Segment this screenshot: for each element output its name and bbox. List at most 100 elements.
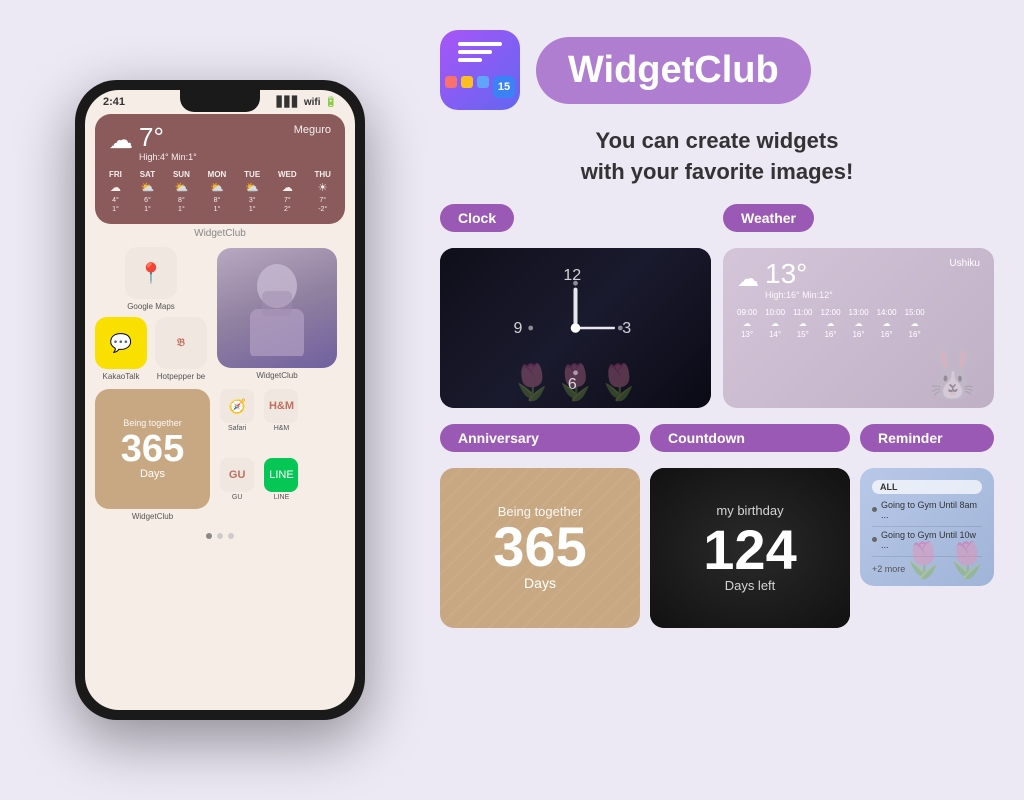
anniversary-section: Anniversary Being together 365 Days [440, 424, 640, 628]
wr-time-1: 10:00 [765, 308, 785, 317]
page-dots [95, 533, 345, 539]
hotpepper-app[interactable]: 𝔅 Hotpepper be [155, 317, 207, 381]
left-app-col: 📍 Google Maps 💬 KakaoTalk 𝔅 [95, 247, 207, 381]
app-header: 15 WidgetClub [440, 30, 994, 110]
countdown-number: 124 [703, 522, 796, 578]
maps-app[interactable]: 📍 Google Maps [95, 247, 207, 311]
hm-app[interactable]: H&M H&M [262, 389, 300, 452]
widgetclub-app-icon: 15 [440, 30, 520, 110]
clock-badge-label: Clock [440, 204, 514, 232]
app-title-section: WidgetClub [536, 37, 811, 104]
kakaotalk-app[interactable]: 💬 KakaoTalk [95, 317, 147, 381]
weather-badge: Weather [723, 204, 994, 240]
weather-days: FRI ☁ 4°1° SAT ⛅ 6°1° SUN ⛅ [109, 170, 331, 214]
countdown-widget[interactable]: my birthday 124 Days left [650, 468, 850, 628]
phone-temp-range: High:4° Min:1° [139, 152, 197, 162]
day-fri: FRI ☁ 4°1° [109, 170, 122, 214]
widget-examples-grid: Clock 🌷🌷🌷 12 3 6 9 [440, 204, 994, 408]
svg-text:3: 3 [622, 319, 631, 336]
wr-temp-0: 13° [741, 330, 753, 339]
status-icons: ▋▋▋ wifi 🔋 [277, 97, 337, 108]
day-sat: SAT ⛅ 6°1° [140, 170, 155, 214]
weather-right-location: Ushiku [949, 258, 980, 300]
reminder-widget[interactable]: 🌷🌷 ALL Going to Gym Until 8am ... Going … [860, 468, 994, 586]
photo-widget[interactable] [217, 248, 337, 368]
dot-1 [206, 533, 212, 539]
app-title: WidgetClub [568, 49, 779, 92]
wr-temp-3: 16° [824, 330, 836, 339]
icon-badge-row: 15 [445, 76, 515, 98]
gu-icon: GU [220, 458, 254, 492]
line-icon: LINE [264, 458, 298, 492]
phone-screen: 2:41 ▋▋▋ wifi 🔋 ☁ 7° [85, 90, 355, 710]
reminder-badge-label: Reminder [860, 424, 994, 452]
wr-icon-3: ☁ [827, 319, 835, 328]
reminder-section: Reminder 🌷🌷 ALL Going to Gym Until 8am .… [860, 424, 994, 586]
apps-grid: 🧭 Safari H&M H&M GU [218, 389, 345, 521]
svg-text:9: 9 [513, 319, 522, 336]
status-time: 2:41 [103, 96, 125, 108]
safari-app[interactable]: 🧭 Safari [218, 389, 256, 452]
countdown-badge-label: Countdown [650, 424, 850, 452]
weather-right-temp-val: 13° [765, 258, 833, 290]
main-container: 2:41 ▋▋▋ wifi 🔋 ☁ 7° [0, 0, 1024, 800]
anniversary-right-widget[interactable]: Being together 365 Days [440, 468, 640, 628]
tagline: You can create widgets with your favorit… [440, 126, 994, 188]
weather-badge-label: Weather [723, 204, 814, 232]
wr-icon-1: ☁ [771, 319, 779, 328]
wr-day-0900: 09:00 ☁ 13° [737, 308, 757, 339]
wr-time-3: 12:00 [821, 308, 841, 317]
day-thu: THU ☀ 7°-2° [315, 170, 331, 214]
weather-right-range: High:16° Min:12° [765, 290, 833, 300]
icon-line-1 [458, 42, 502, 46]
wr-day-1100: 11:00 ☁ 15° [793, 308, 812, 339]
weather-right-days: 09:00 ☁ 13° 10:00 ☁ 14° 11:00 ☁ 15° [737, 308, 980, 339]
right-section: 15 WidgetClub You can create widgets wit… [440, 20, 994, 780]
weather-top: ☁ 7° High:4° Min:1° Meguro [109, 124, 331, 162]
bottom-row: Being together 365 Days WidgetClub 🧭 Saf… [95, 389, 345, 521]
dot-yellow [461, 76, 473, 88]
wr-icon-6: ☁ [911, 319, 919, 328]
anniversary-phone-widget[interactable]: Being together 365 Days [95, 389, 210, 509]
day-wed: WED ☁ 7°2° [278, 170, 297, 214]
empty-slot [307, 389, 345, 452]
icon-line-2 [458, 50, 492, 54]
wr-icon-0: ☁ [743, 319, 751, 328]
phone-notch [180, 90, 260, 112]
dot-blue [477, 76, 489, 88]
weather-column: Weather 🐰 ☁ 13° High:16° Min:12° Ushiku [723, 204, 994, 408]
clock-widget[interactable]: 🌷🌷🌷 12 3 6 9 [440, 248, 711, 408]
tagline-line2: with your favorite images! [440, 157, 994, 188]
weather-temp-info: 7° High:4° Min:1° [139, 124, 197, 162]
kakaotalk-label: KakaoTalk [103, 372, 140, 381]
tagline-line1: You can create widgets [440, 126, 994, 157]
phone-weather-widget[interactable]: ☁ 7° High:4° Min:1° Meguro FRI [95, 114, 345, 224]
widgetclub-label: WidgetClub [95, 228, 345, 239]
phone-temp: 7° [139, 124, 197, 150]
bottom-badges-row: Anniversary Being together 365 Days Coun… [440, 424, 994, 628]
anniv-right-number: 365 [493, 519, 586, 575]
countdown-subtitle: Days left [703, 578, 796, 593]
anniv-days-label: Days [140, 468, 165, 480]
gu-app[interactable]: GU GU [218, 458, 256, 521]
maps-icon: 📍 [125, 247, 177, 299]
weather-right-widget[interactable]: 🐰 ☁ 13° High:16° Min:12° Ushiku [723, 248, 994, 408]
middle-row: 📍 Google Maps 💬 KakaoTalk 𝔅 [95, 247, 345, 381]
hotpepper-icon: 𝔅 [155, 317, 207, 369]
anniv-right-title: Being together [493, 504, 586, 519]
phone-content: ☁ 7° High:4° Min:1° Meguro FRI [85, 110, 355, 549]
hm-label: H&M [274, 425, 290, 432]
wr-day-1500: 15:00 ☁ 16° [905, 308, 925, 339]
phone-device: 2:41 ▋▋▋ wifi 🔋 ☁ 7° [75, 80, 365, 720]
hotpepper-label: Hotpepper be [157, 372, 205, 381]
wr-temp-2: 15° [797, 330, 809, 339]
dot-2 [217, 533, 223, 539]
line-app[interactable]: LINE LINE [262, 458, 300, 521]
clock-column: Clock 🌷🌷🌷 12 3 6 9 [440, 204, 711, 408]
weather-rabbit-icon: 🐰 [922, 344, 984, 403]
wr-temp-4: 16° [852, 330, 864, 339]
signal-icon: ▋▋▋ [277, 97, 300, 108]
photo-widget-container: WidgetClub [217, 248, 337, 380]
photo-placeholder [217, 248, 337, 368]
safari-label: Safari [228, 425, 246, 432]
